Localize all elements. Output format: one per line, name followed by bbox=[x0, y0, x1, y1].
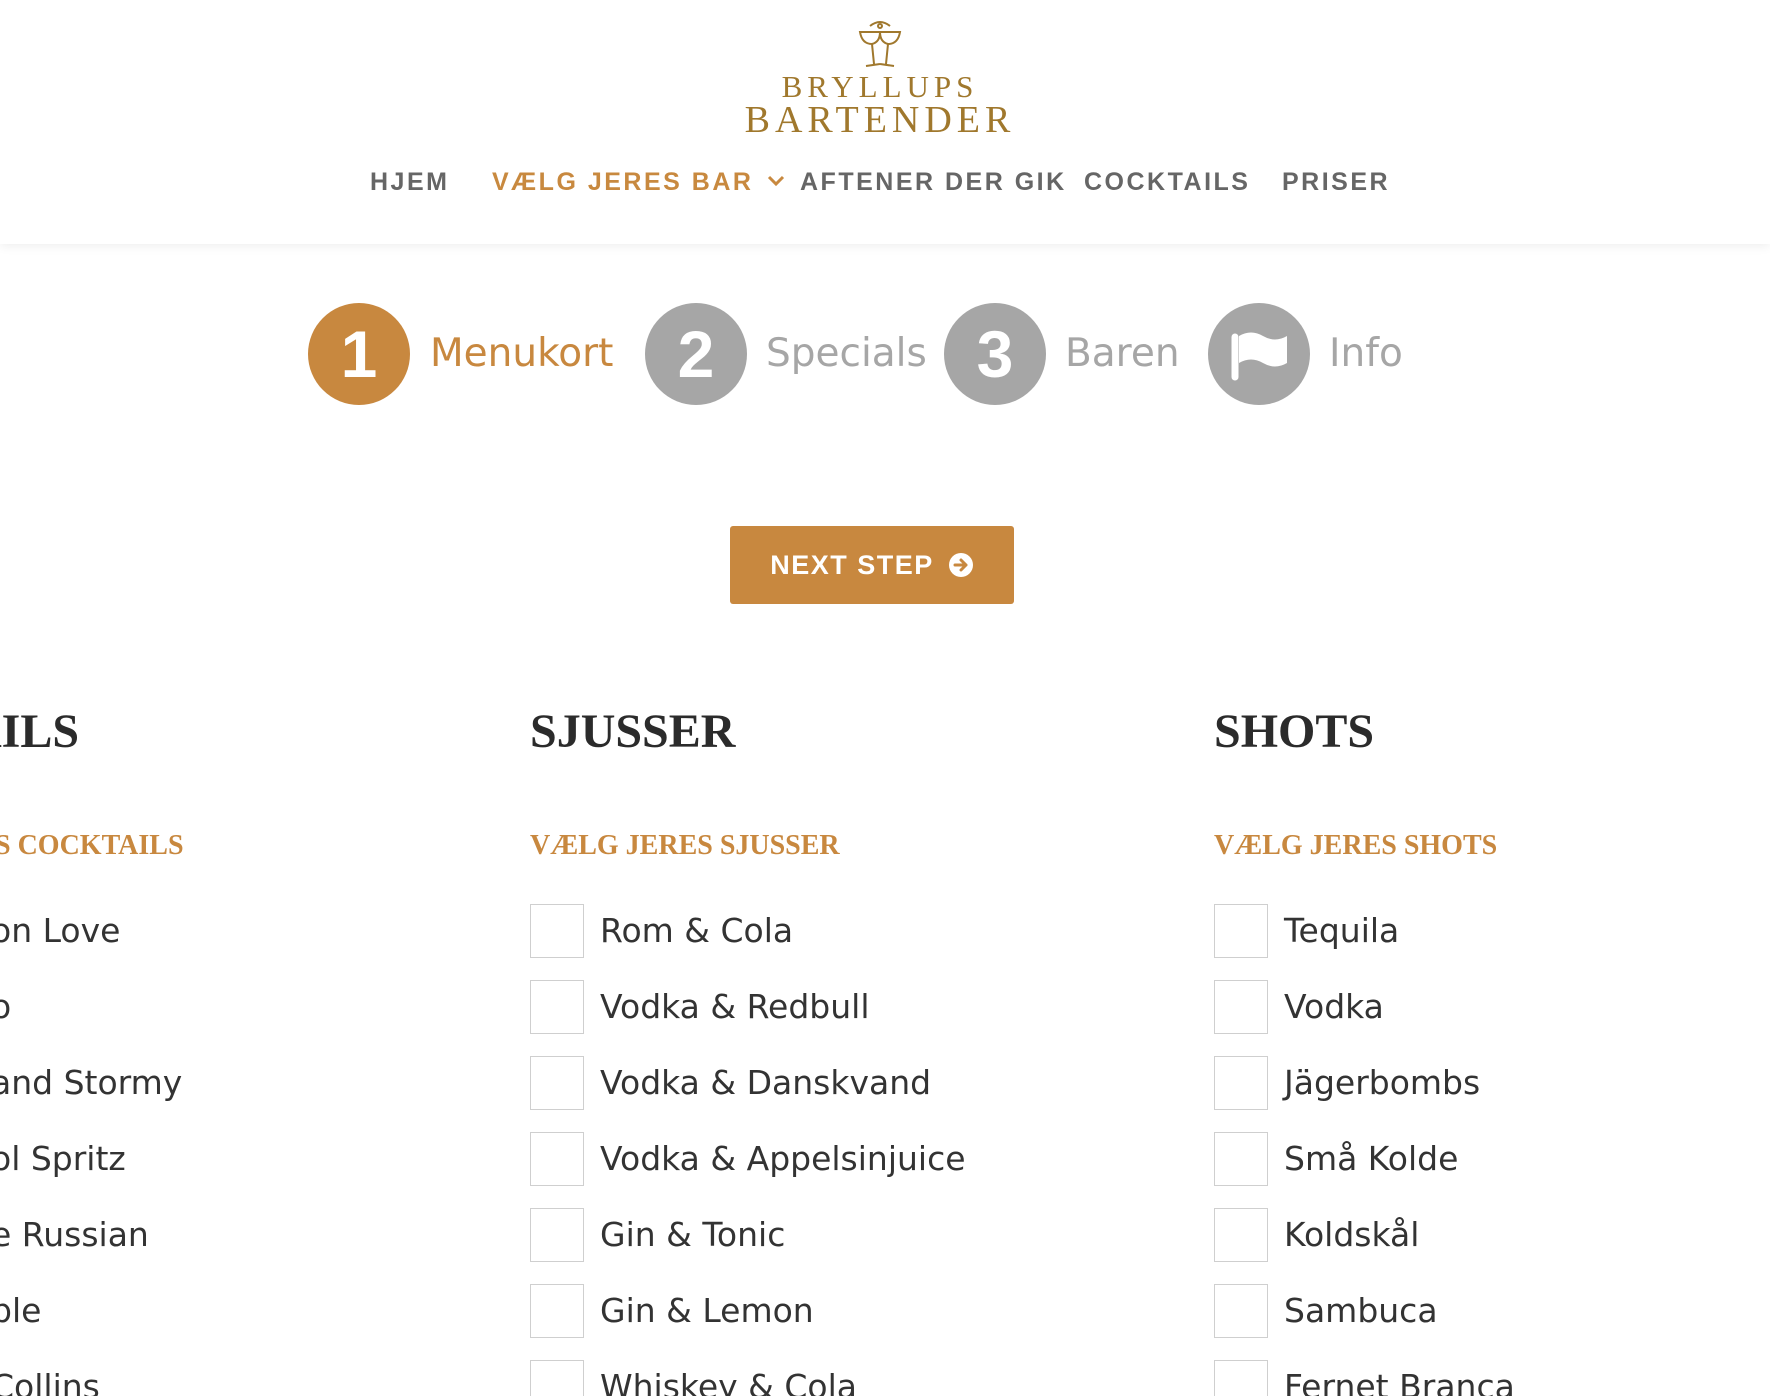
flag-icon bbox=[1208, 303, 1310, 405]
checkbox[interactable] bbox=[1214, 1056, 1268, 1110]
arrow-right-circle-icon bbox=[948, 553, 973, 577]
shots-option-label: Tequila bbox=[1284, 911, 1400, 950]
step-number-3: 3 bbox=[944, 303, 1046, 405]
nav-item-vaelg-jeres-bar[interactable]: VÆLG JERES BAR bbox=[492, 168, 785, 197]
nav-item-cocktails[interactable]: COCKTAILS bbox=[1084, 168, 1250, 197]
nav-item-vaelg-jeres-bar-label: VÆLG JERES BAR bbox=[492, 168, 754, 196]
nav-item-priser[interactable]: PRISER bbox=[1282, 168, 1390, 197]
checkbox[interactable] bbox=[1214, 1360, 1268, 1396]
checkbox[interactable] bbox=[1214, 1208, 1268, 1262]
shots-option-label: Jägerbombs bbox=[1284, 1063, 1481, 1102]
checkbox[interactable] bbox=[530, 980, 584, 1034]
cocktail-option-label: o bbox=[0, 987, 12, 1026]
logo-text-line1: BRYLLUPS bbox=[781, 69, 979, 104]
step-specials[interactable]: 2 Specials bbox=[645, 303, 927, 405]
cocktails-title: AILS bbox=[0, 705, 80, 758]
checkbox[interactable] bbox=[530, 1360, 584, 1396]
step-number-2: 2 bbox=[645, 303, 747, 405]
logo-text-line2: BARTENDER bbox=[744, 99, 1016, 141]
step-label-baren: Baren bbox=[1065, 331, 1180, 376]
checkbox[interactable] bbox=[530, 1284, 584, 1338]
sjusser-title: SJUSSER bbox=[530, 705, 736, 758]
chevron-down-icon bbox=[768, 176, 785, 187]
shots-option-label: Vodka bbox=[1284, 987, 1384, 1026]
cocktail-option-label: ol Spritz bbox=[0, 1139, 126, 1178]
checkbox[interactable] bbox=[1214, 1132, 1268, 1186]
shots-subtitle: VÆLG JERES SHOTS bbox=[1214, 830, 1498, 861]
cocktail-option-label: on Love bbox=[0, 911, 121, 950]
shots-column: SHOTS VÆLG JERES SHOTS Tequila Vodka Jäg… bbox=[1214, 700, 1714, 1396]
checkbox[interactable] bbox=[530, 1208, 584, 1262]
cocktail-option-label: e Russian bbox=[0, 1215, 149, 1254]
shots-title: SHOTS bbox=[1214, 705, 1375, 758]
checkbox[interactable] bbox=[1214, 980, 1268, 1034]
main-nav: HJEM VÆLG JERES BAR AFTENER DER GIK COCK… bbox=[0, 168, 1770, 204]
nav-item-hjem[interactable]: HJEM bbox=[370, 168, 449, 197]
checkbox[interactable] bbox=[530, 904, 584, 958]
shots-option-label: Sambuca bbox=[1284, 1291, 1438, 1330]
page: BRYLLUPS BARTENDER HJEM VÆLG JERES BAR A… bbox=[0, 0, 1770, 1396]
sjusser-option-label: Vodka & Redbull bbox=[600, 987, 870, 1026]
checkbox[interactable] bbox=[1214, 1284, 1268, 1338]
step-baren[interactable]: 3 Baren bbox=[944, 303, 1180, 405]
cocktail-option-label: ble bbox=[0, 1291, 42, 1330]
step-menukort[interactable]: 1 Menukort bbox=[308, 303, 613, 405]
sjusser-option-label: Gin & Lemon bbox=[600, 1291, 814, 1330]
sjusser-option-label: Whiskey & Cola bbox=[600, 1367, 858, 1396]
shots-option-label: Fernet Branca bbox=[1284, 1367, 1515, 1396]
sjusser-option-label: Rom & Cola bbox=[600, 911, 794, 950]
shots-option-label: Små Kolde bbox=[1284, 1139, 1459, 1178]
step-label-menukort: Menukort bbox=[430, 331, 614, 376]
nav-item-aftener-der-gik[interactable]: AFTENER DER GIK bbox=[800, 168, 1067, 197]
sjusser-option-label: Vodka & Appelsinjuice bbox=[600, 1139, 966, 1178]
step-info[interactable]: Info bbox=[1208, 303, 1408, 405]
step-number-1: 1 bbox=[308, 303, 410, 405]
champagne-glasses-icon bbox=[858, 21, 902, 67]
next-step-button[interactable]: NEXT STEP bbox=[730, 526, 1014, 604]
sjusser-option-label: Vodka & Danskvand bbox=[600, 1063, 932, 1102]
cocktails-subtitle: S COCKTAILS bbox=[0, 830, 184, 861]
checkbox[interactable] bbox=[530, 1056, 584, 1110]
sjusser-option-label: Gin & Tonic bbox=[600, 1215, 786, 1254]
checkbox[interactable] bbox=[1214, 904, 1268, 958]
step-label-specials: Specials bbox=[766, 331, 927, 376]
shots-option-label: Koldskål bbox=[1284, 1215, 1420, 1254]
next-step-label: NEXT STEP bbox=[770, 549, 934, 580]
sjusser-subtitle: VÆLG JERES SJUSSER bbox=[530, 830, 840, 861]
cocktail-option-label: Collins bbox=[0, 1367, 100, 1396]
site-header: BRYLLUPS BARTENDER HJEM VÆLG JERES BAR A… bbox=[0, 0, 1770, 244]
cocktail-option-label: and Stormy bbox=[0, 1063, 183, 1102]
checkbox[interactable] bbox=[530, 1132, 584, 1186]
sjusser-column: SJUSSER VÆLG JERES SJUSSER Rom & Cola Vo… bbox=[530, 700, 1090, 1396]
step-label-info: Info bbox=[1329, 331, 1403, 376]
logo[interactable]: BRYLLUPS BARTENDER bbox=[740, 20, 1020, 145]
